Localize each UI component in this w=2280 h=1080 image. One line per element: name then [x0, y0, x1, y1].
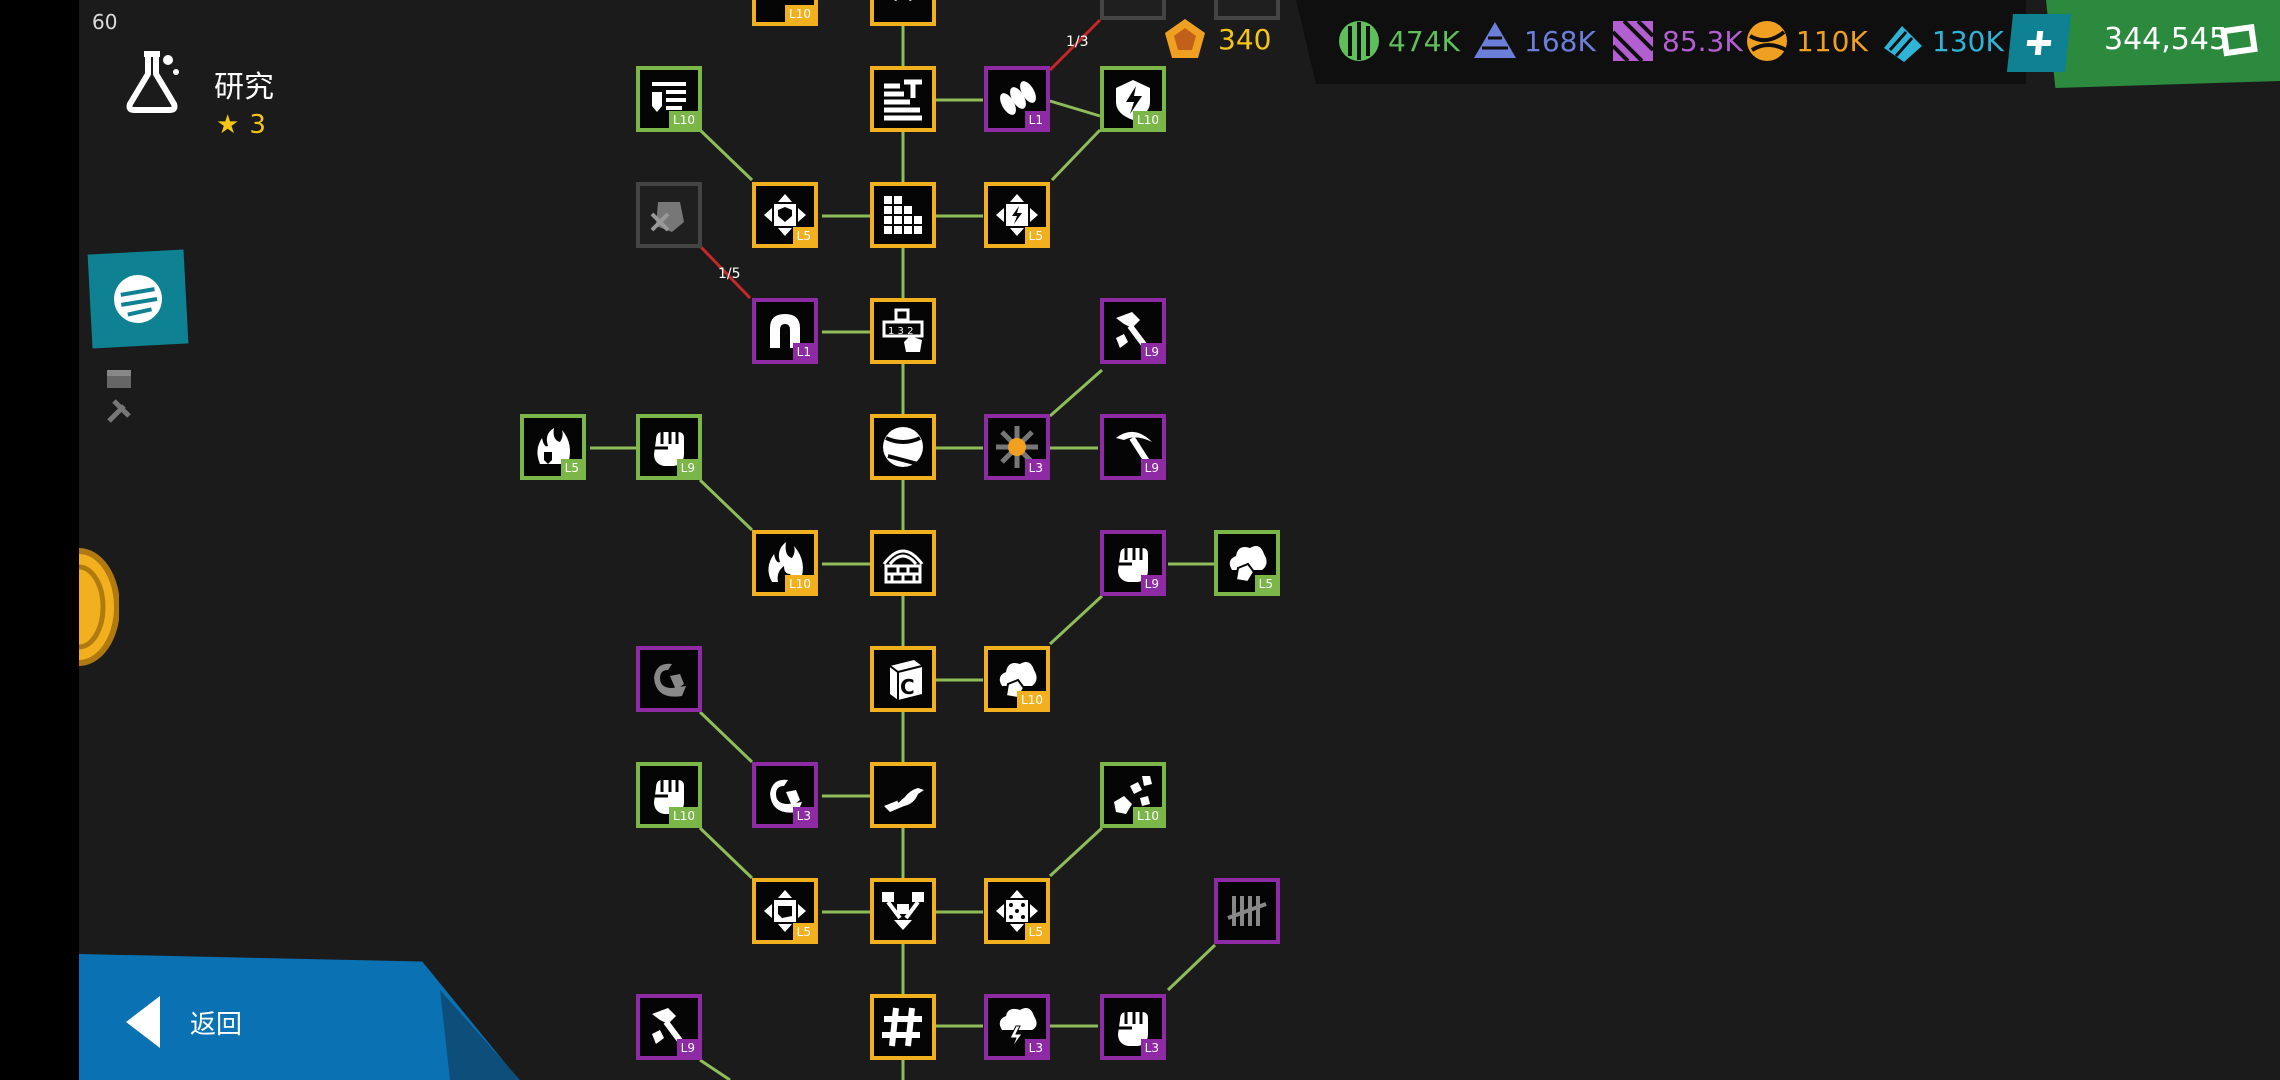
hash-icon — [882, 1007, 922, 1047]
back-label[interactable]: 返回 — [190, 1004, 242, 1041]
node-level: L5 — [792, 227, 815, 245]
research-node-pickaxe[interactable]: L9 — [1100, 414, 1166, 480]
crossed-fist-icon — [650, 202, 684, 232]
node-level: L9 — [676, 1039, 699, 1057]
research-node-crossed-fist[interactable] — [636, 182, 702, 248]
research-node-storm[interactable]: L3 — [984, 994, 1050, 1060]
research-node[interactable] — [1214, 0, 1280, 20]
node-level: L9 — [1140, 459, 1163, 477]
research-node-stats[interactable] — [870, 66, 936, 132]
research-node-rainbow-wall[interactable] — [870, 530, 936, 596]
research-node-fire-shield[interactable]: L5 — [520, 414, 586, 480]
node-level: L9 — [1140, 343, 1163, 361]
research-node-swirl-2[interactable]: L3 — [752, 762, 818, 828]
node-level: L10 — [785, 5, 815, 23]
research-node-hammer-2[interactable]: L9 — [636, 994, 702, 1060]
progress-label: 1/3 — [1066, 34, 1089, 50]
research-node[interactable] — [1100, 0, 1166, 20]
node-level: L3 — [1024, 459, 1047, 477]
node-level: L1 — [792, 343, 815, 361]
research-node-cloud-shield-2[interactable]: L10 — [984, 646, 1050, 712]
node-level: L10 — [785, 575, 815, 593]
partial-icon — [894, 0, 912, 2]
bird-icon — [884, 788, 924, 812]
node-level: L10 — [669, 807, 699, 825]
research-node-spread-shield[interactable]: L5 — [752, 182, 818, 248]
cube-icon: C — [889, 660, 923, 700]
node-level: L3 — [1024, 1039, 1047, 1057]
ball-icon — [883, 427, 923, 467]
node-level: L5 — [560, 459, 583, 477]
research-node-blocks[interactable]: 1 3 2 — [870, 298, 936, 364]
node-level: L3 — [792, 807, 815, 825]
research-node-fist[interactable]: L9 — [636, 414, 702, 480]
research-node-tally[interactable] — [1214, 878, 1280, 944]
node-level: L5 — [1024, 227, 1047, 245]
research-node-spread-fist[interactable]: L5 — [752, 878, 818, 944]
node-level: L3 — [1140, 1039, 1163, 1057]
research-node-cube[interactable]: C — [870, 646, 936, 712]
research-node-scatter[interactable]: L10 — [1100, 762, 1166, 828]
progress-label: 1/5 — [718, 266, 741, 282]
research-node-spread-bolt[interactable]: L5 — [984, 182, 1050, 248]
node-level: L9 — [676, 459, 699, 477]
research-node-merge[interactable] — [870, 878, 936, 944]
node-level: L10 — [1133, 111, 1163, 129]
svg-text:1 3 2: 1 3 2 — [888, 326, 913, 337]
research-node-fist-3[interactable]: L10 — [636, 762, 702, 828]
research-node-cloud-shield[interactable]: L5 — [1214, 530, 1280, 596]
tally-icon — [1227, 896, 1267, 926]
node-level: L10 — [669, 111, 699, 129]
node-level: L5 — [1024, 923, 1047, 941]
node-level: L9 — [1140, 575, 1163, 593]
blocks-icon: 1 3 2 — [882, 308, 924, 352]
research-node-magnet[interactable]: L1 — [752, 298, 818, 364]
research-node-fist-2[interactable]: L9 — [1100, 530, 1166, 596]
research-node-hash[interactable] — [870, 994, 936, 1060]
research-node-fire[interactable]: L10 — [752, 530, 818, 596]
node-level: L1 — [1024, 111, 1047, 129]
research-node-grid[interactable] — [870, 182, 936, 248]
research-node-spread-dice[interactable]: L5 — [984, 878, 1050, 944]
research-node-fist-4[interactable]: L3 — [1100, 994, 1166, 1060]
back-arrow-icon[interactable] — [124, 994, 164, 1050]
svg-text:C: C — [900, 675, 915, 699]
research-node-list-shield[interactable]: L10 — [636, 66, 702, 132]
research-node-hammer[interactable]: L9 — [1100, 298, 1166, 364]
research-node-bullets[interactable]: L1 — [984, 66, 1050, 132]
stats-icon — [884, 79, 922, 121]
research-node-energy-shield[interactable]: L10 — [1100, 66, 1166, 132]
swirl-icon — [654, 663, 686, 697]
grid-icon — [884, 196, 922, 234]
research-node-bird[interactable] — [870, 762, 936, 828]
research-node[interactable]: L10 — [752, 0, 818, 26]
rainbow-wall-icon — [882, 549, 924, 584]
research-node-swirl[interactable] — [636, 646, 702, 712]
node-level: L5 — [792, 923, 815, 941]
research-node-burst[interactable]: L3 — [984, 414, 1050, 480]
node-level: L10 — [1017, 691, 1047, 709]
node-level: L5 — [1254, 575, 1277, 593]
merge-icon — [882, 892, 924, 930]
research-node[interactable] — [870, 0, 936, 26]
research-node-ball[interactable] — [870, 414, 936, 480]
node-level: L10 — [1133, 807, 1163, 825]
